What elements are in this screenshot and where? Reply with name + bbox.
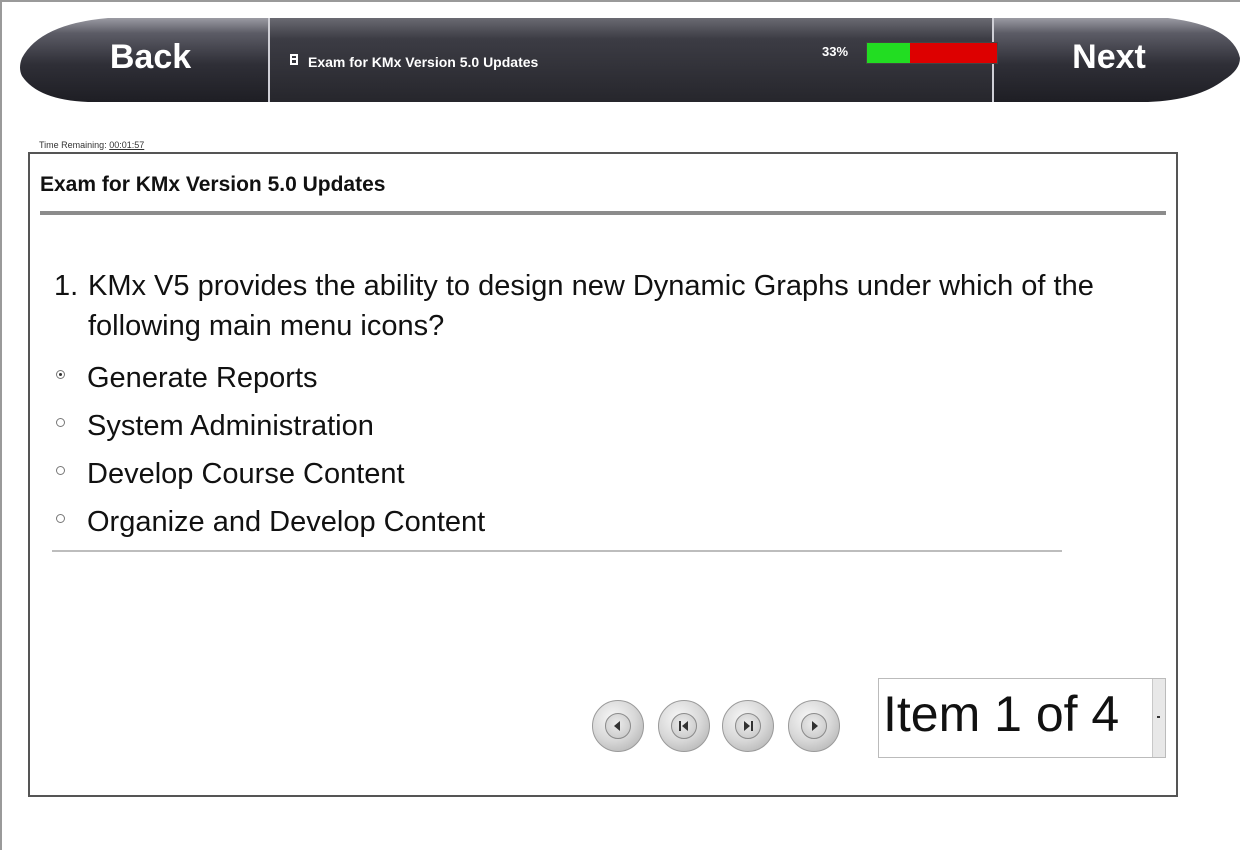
answer-option[interactable]: System Administration — [56, 402, 1056, 450]
exam-page: Back Exam for KMx Version 5.0 Updates 33… — [0, 0, 1240, 850]
skip-to-first-icon — [679, 721, 688, 731]
back-button[interactable]: Back — [38, 18, 263, 102]
item-pager: Item 1 of 4 — [592, 678, 1172, 768]
exam-content-box: Exam for KMx Version 5.0 Updates 1. KMx … — [28, 152, 1178, 797]
radio-button[interactable] — [56, 369, 65, 379]
radio-button[interactable] — [56, 417, 65, 427]
first-item-button[interactable] — [658, 700, 710, 752]
next-item-button[interactable] — [788, 700, 840, 752]
answer-options: Generate Reports System Administration D… — [56, 354, 1056, 546]
dropdown-arrow-icon[interactable] — [1152, 679, 1165, 757]
answer-option-label: Generate Reports — [87, 361, 318, 394]
progress-bar — [866, 42, 998, 64]
radio-button[interactable] — [56, 513, 65, 523]
answer-option-label: Organize and Develop Content — [87, 505, 486, 538]
last-item-button[interactable] — [722, 700, 774, 752]
question-number: 1. — [54, 270, 79, 302]
document-icon — [290, 54, 298, 65]
question-text: KMx V5 provides the ability to design ne… — [88, 270, 1094, 342]
skip-to-last-icon — [744, 721, 753, 731]
progress-bar-fill — [867, 43, 910, 63]
radio-button[interactable] — [56, 465, 65, 475]
answer-option-label: System Administration — [87, 409, 374, 442]
previous-item-button[interactable] — [592, 700, 644, 752]
answer-option[interactable]: Generate Reports — [56, 354, 1056, 402]
answer-option-label: Develop Course Content — [87, 457, 405, 490]
next-button[interactable]: Next — [994, 18, 1224, 102]
question: 1. KMx V5 provides the ability to design… — [54, 266, 1154, 346]
exam-title: Exam for KMx Version 5.0 Updates — [40, 173, 386, 196]
previous-arrow-icon — [614, 721, 620, 731]
next-arrow-icon — [812, 721, 818, 731]
progress-percent: 33% — [822, 44, 849, 59]
header-course-title: Exam for KMx Version 5.0 Updates — [308, 54, 539, 70]
top-navigation-bar: Back Exam for KMx Version 5.0 Updates 33… — [18, 18, 1240, 102]
time-remaining-label: Time Remaining: — [39, 140, 107, 150]
answer-option[interactable]: Develop Course Content — [56, 450, 1056, 498]
time-remaining-value: 00:01:57 — [109, 140, 145, 150]
answer-option[interactable]: Organize and Develop Content — [56, 498, 1056, 546]
title-divider — [40, 211, 1166, 215]
header-center-panel: Exam for KMx Version 5.0 Updates 33% — [268, 18, 998, 102]
item-selector-value: Item 1 of 4 — [883, 686, 1120, 742]
item-selector[interactable]: Item 1 of 4 — [878, 678, 1166, 758]
time-remaining: Time Remaining: 00:01:57 — [39, 140, 144, 150]
question-divider — [52, 550, 1062, 552]
